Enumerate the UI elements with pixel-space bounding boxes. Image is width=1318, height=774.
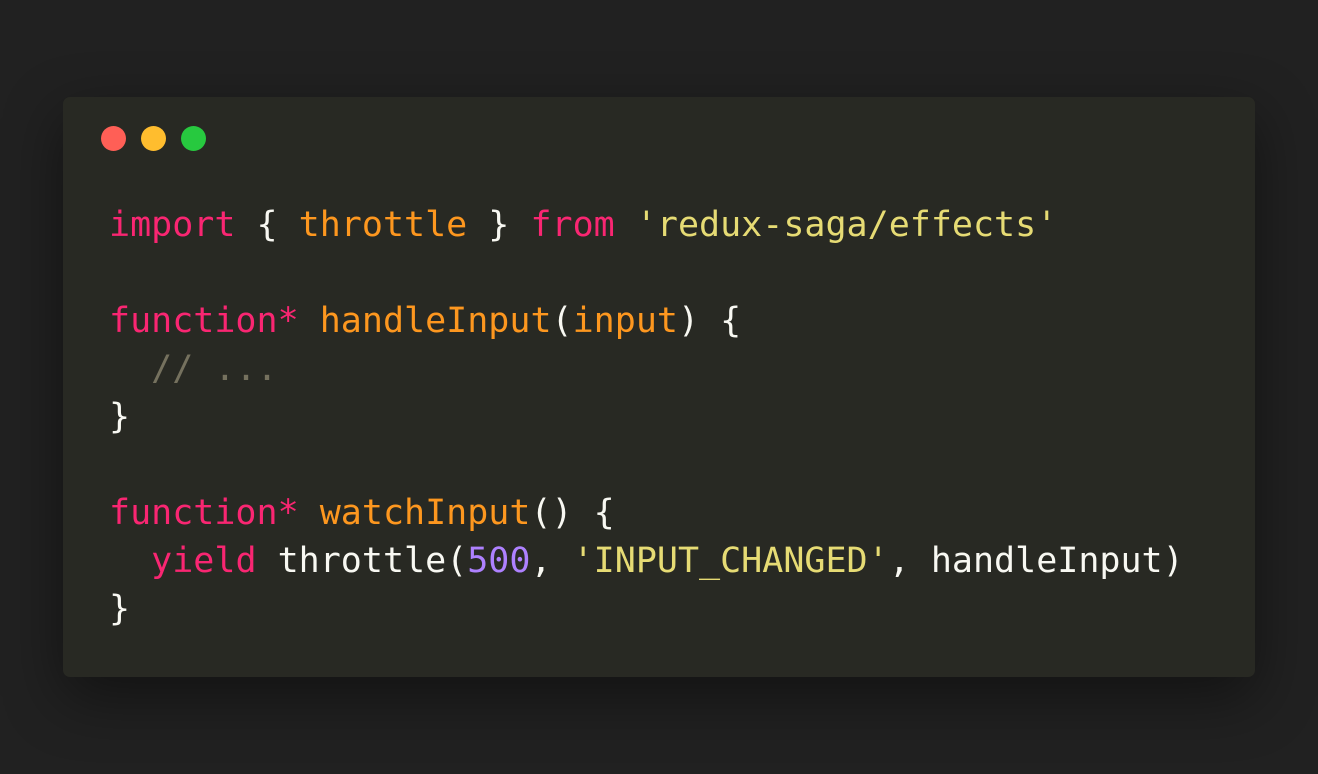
code-token-plain: } xyxy=(467,205,531,245)
code-line: // ... xyxy=(109,345,1184,393)
code-token-function-name: throttle xyxy=(298,205,468,245)
minimize-dot-icon[interactable] xyxy=(141,126,166,151)
code-token-plain: , handleInput) xyxy=(888,541,1184,581)
code-token-plain: throttle( xyxy=(256,541,468,581)
code-token-plain: } xyxy=(109,589,131,629)
code-token-keyword: from xyxy=(530,205,615,245)
code-token-plain: , xyxy=(530,541,573,581)
code-token-function-name: watchInput xyxy=(319,493,531,533)
code-token-string: 'redux-saga/effects' xyxy=(635,205,1058,245)
window-controls xyxy=(101,126,206,151)
code-token-number: 500 xyxy=(467,541,531,581)
code-token-keyword: function* xyxy=(109,301,299,341)
code-token-plain: { xyxy=(235,205,299,245)
code-line: } xyxy=(109,585,1184,633)
code-line: } xyxy=(109,393,1184,441)
code-token-keyword: import xyxy=(109,205,236,245)
code-token-plain: ) { xyxy=(677,301,742,341)
code-line: function* watchInput() { xyxy=(109,489,1184,537)
maximize-dot-icon[interactable] xyxy=(181,126,206,151)
close-dot-icon[interactable] xyxy=(101,126,126,151)
code-token-plain: } xyxy=(109,397,131,437)
code-token-function-name: handleInput xyxy=(319,301,552,341)
code-token-function-name: input xyxy=(572,301,678,341)
code-token-string: 'INPUT_CHANGED' xyxy=(572,541,889,581)
code-line: function* handleInput(input) { xyxy=(109,297,1184,345)
code-window: import { throttle } from 'redux-saga/eff… xyxy=(63,97,1255,677)
code-token-plain: () { xyxy=(530,493,615,533)
code-token-keyword: yield xyxy=(151,541,257,581)
code-token-plain: ( xyxy=(551,301,573,341)
code-line: import { throttle } from 'redux-saga/eff… xyxy=(109,201,1184,249)
code-block: import { throttle } from 'redux-saga/eff… xyxy=(109,201,1184,633)
code-token-comment: // ... xyxy=(151,349,278,389)
code-line: yield throttle(500, 'INPUT_CHANGED', han… xyxy=(109,537,1184,585)
code-token-keyword: function* xyxy=(109,493,299,533)
